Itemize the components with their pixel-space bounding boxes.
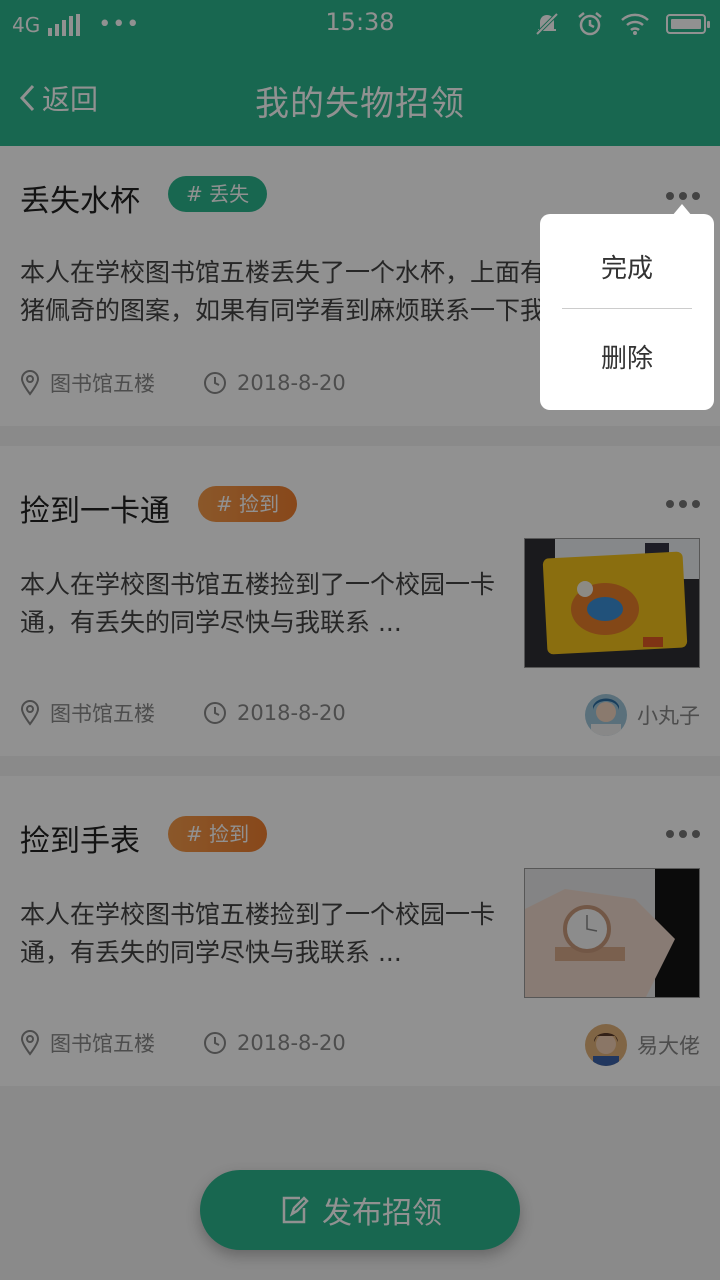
menu-divider [562,308,692,309]
delete-menu-item[interactable]: 删除 [540,338,714,375]
dim-overlay[interactable] [0,0,720,1280]
complete-menu-item[interactable]: 完成 [540,248,714,285]
action-menu: 完成 删除 [540,214,714,410]
